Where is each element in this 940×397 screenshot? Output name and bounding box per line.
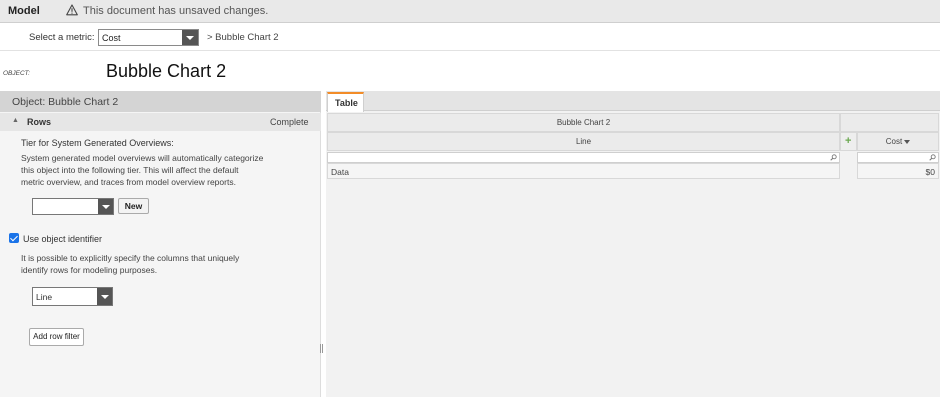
chevron-down-icon[interactable] [97,288,112,305]
identifier-description-line: identify rows for modeling purposes. [21,265,158,275]
tab-table-label: Table [335,98,358,108]
identifier-column-select[interactable]: Line [32,287,113,306]
panel-header-label: Object: Bubble Chart 2 [12,96,119,108]
cost-filter-input[interactable] [857,152,939,163]
tab-strip: Table [326,91,940,112]
warning-triangle-icon [66,4,78,16]
panel-resize-handle[interactable] [320,344,323,353]
page-title: Bubble Chart 2 [106,61,227,81]
tier-select[interactable] [32,198,114,215]
chevron-down-icon[interactable] [98,199,113,214]
new-tier-button[interactable]: New [118,198,149,214]
collapse-caret-icon[interactable]: ▲ [12,117,19,124]
use-object-identifier-checkbox[interactable] [9,233,19,243]
tier-description-line: this object into the following tier. Thi… [21,165,239,175]
tier-description-line: System generated model overviews will au… [21,153,264,163]
metric-select-value: Cost [102,33,121,43]
tier-description-line: metric overview, and traces from model o… [21,177,236,187]
grid-group-header: Bubble Chart 2 [327,113,840,132]
sort-down-icon[interactable] [904,139,911,144]
metric-select-label: Select a metric: [29,32,95,43]
add-row-filter-button[interactable]: Add row filter [29,328,84,346]
tier-heading: Tier for System Generated Overviews: [21,138,174,148]
grid-column-header-line[interactable]: Line [327,132,840,151]
grid-group-header-spacer [840,113,939,132]
table-cell-cost: $0 [925,167,935,177]
metric-select[interactable]: Cost [98,29,199,46]
preview-panel: Table Bubble Chart 2 Line + Cost Data $0 [326,91,940,397]
unsaved-changes-message: This document has unsaved changes. [83,5,269,17]
identifier-description-line: It is possible to explicitly specify the… [21,253,240,263]
grid-column-header-cost[interactable]: Cost [857,132,939,151]
tab-table[interactable]: Table [327,92,364,112]
plus-icon[interactable]: + [845,135,851,147]
object-settings-panel: Object: Bubble Chart 2 ▲ Rows Complete T… [0,91,321,397]
section-status: Complete [270,117,309,127]
app-label: Model [8,5,40,17]
table-row[interactable]: Data [327,163,840,179]
panel-header: Object: Bubble Chart 2 [0,91,321,112]
search-icon[interactable] [929,154,936,161]
table-cell-line: Data [331,167,349,177]
search-icon[interactable] [830,154,837,161]
grid-column-header-cost-label: Cost [885,137,903,146]
breadcrumb[interactable]: > Bubble Chart 2 [207,32,279,43]
use-object-identifier-label[interactable]: Use object identifier [23,234,102,244]
rows-section-header[interactable]: ▲ Rows Complete [0,113,321,131]
identifier-column-value: Line [36,292,53,302]
table-cell-cost-container[interactable]: $0 [857,163,939,179]
top-bar: Model This document has unsaved changes. [0,0,940,23]
chevron-down-icon[interactable] [182,30,198,45]
add-column-button[interactable]: + [840,132,857,151]
object-type-label: OBJECT: [3,70,30,77]
line-filter-input[interactable] [327,152,840,163]
rows-section-title: Rows [27,117,52,127]
metric-bar: Select a metric: Cost > Bubble Chart 2 [0,24,940,51]
